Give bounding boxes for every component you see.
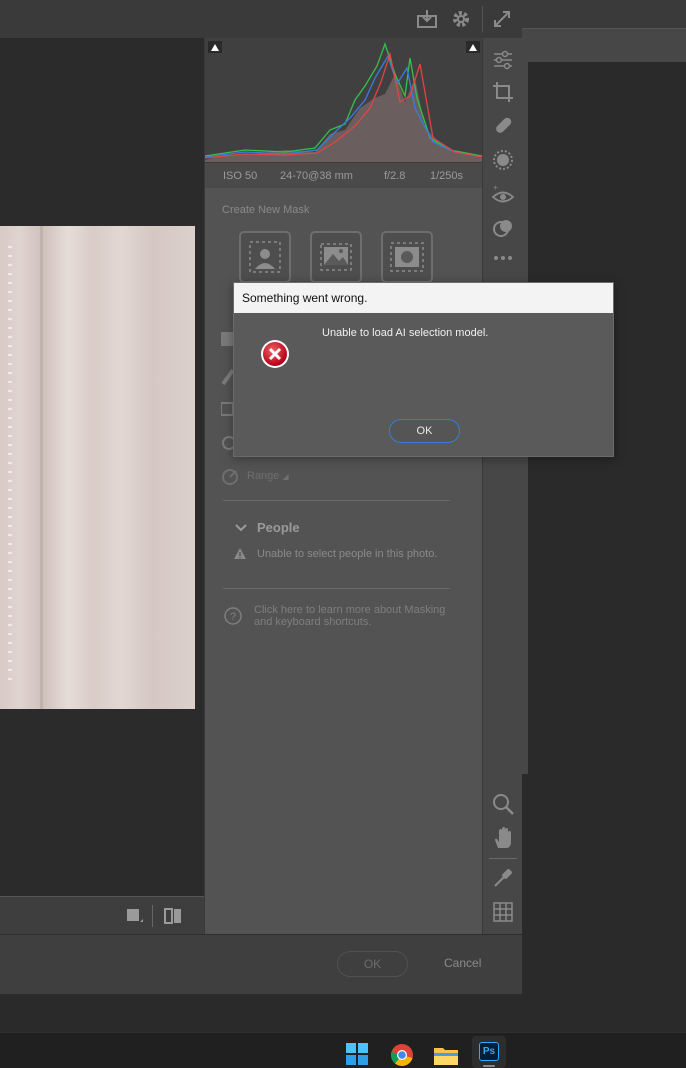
help-line-1: Click here to learn more about Masking <box>254 604 446 616</box>
help-line-2: and keyboard shortcuts. <box>254 616 372 628</box>
grid-icon[interactable] <box>491 900 515 924</box>
shutter-value: 1/250s <box>430 170 464 182</box>
before-after-icon[interactable] <box>163 906 183 926</box>
edit-sliders-icon[interactable] <box>491 48 515 72</box>
exif-bar: ISO 50 24-70@38 mm f/2.8 1/250s <box>205 162 482 188</box>
sky-icon <box>320 243 352 271</box>
section-divider <box>223 500 450 501</box>
footer-ok-button[interactable]: OK <box>337 951 408 977</box>
active-indicator <box>483 1065 495 1067</box>
tool-strip: + <box>482 38 522 934</box>
people-heading[interactable]: People <box>257 520 300 535</box>
fullscreen-icon[interactable] <box>492 9 512 29</box>
crop-icon[interactable] <box>491 80 515 104</box>
divider <box>482 6 483 32</box>
svg-text:+: + <box>493 184 498 192</box>
dialog-message: Unable to load AI selection model. <box>322 327 489 339</box>
lens-value: 24-70@38 mm <box>280 170 353 182</box>
footer-bar: OK Cancel <box>0 934 522 994</box>
zoom-icon[interactable] <box>491 792 515 816</box>
hand-icon[interactable] <box>491 826 515 850</box>
background-icon <box>390 242 424 272</box>
viewer-toolbar <box>0 896 204 934</box>
taskbar: Ps <box>0 1032 686 1068</box>
healing-icon[interactable] <box>491 114 515 138</box>
range-icon[interactable] <box>221 468 239 486</box>
dialog-title: Something went wrong. <box>234 283 613 313</box>
tool-divider <box>489 858 517 859</box>
photoshop-icon: Ps <box>479 1042 499 1061</box>
windows-start-icon[interactable] <box>346 1043 368 1065</box>
view-mode-icon[interactable] <box>126 907 144 925</box>
file-explorer-icon[interactable] <box>433 1044 459 1066</box>
histogram-graph <box>204 42 483 162</box>
photoshop-taskbar-item[interactable]: Ps <box>472 1036 506 1068</box>
masking-icon[interactable] <box>491 148 515 172</box>
help-link[interactable]: Click here to learn more about Masking a… <box>254 604 445 628</box>
divider <box>152 905 153 927</box>
people-warning: Unable to select people in this photo. <box>257 548 438 560</box>
section-divider <box>223 588 450 589</box>
save-icon[interactable] <box>416 9 438 29</box>
footer-cancel-button[interactable]: Cancel <box>444 956 481 970</box>
select-background-button[interactable] <box>381 231 433 283</box>
svg-text:?: ? <box>230 611 236 623</box>
highlight-clipping-icon[interactable] <box>466 41 480 53</box>
eyedropper-icon[interactable] <box>491 866 515 890</box>
error-icon <box>261 340 289 368</box>
chevron-down-icon[interactable] <box>234 522 248 534</box>
presets-icon[interactable] <box>491 216 515 240</box>
dialog-ok-button[interactable]: OK <box>389 419 460 443</box>
error-dialog: Something went wrong. Unable to load AI … <box>233 282 614 457</box>
shadow-clipping-icon[interactable] <box>208 41 222 53</box>
help-icon[interactable]: ? <box>223 606 243 626</box>
create-new-mask-label: Create New Mask <box>222 204 310 216</box>
select-sky-button[interactable] <box>310 231 362 283</box>
aperture-value: f/2.8 <box>384 170 406 182</box>
subject-icon <box>249 241 281 273</box>
more-icon[interactable] <box>491 246 515 270</box>
chrome-icon[interactable] <box>390 1043 414 1067</box>
histogram <box>204 38 483 162</box>
iso-value: ISO 50 <box>223 170 258 182</box>
outer-toolbar <box>522 28 686 62</box>
warning-icon <box>234 548 246 559</box>
gear-icon[interactable] <box>450 8 472 30</box>
select-subject-button[interactable] <box>239 231 291 283</box>
photo-preview <box>0 226 195 709</box>
red-eye-icon[interactable]: + <box>491 184 515 208</box>
range-label[interactable]: Range ◢ <box>247 470 289 482</box>
